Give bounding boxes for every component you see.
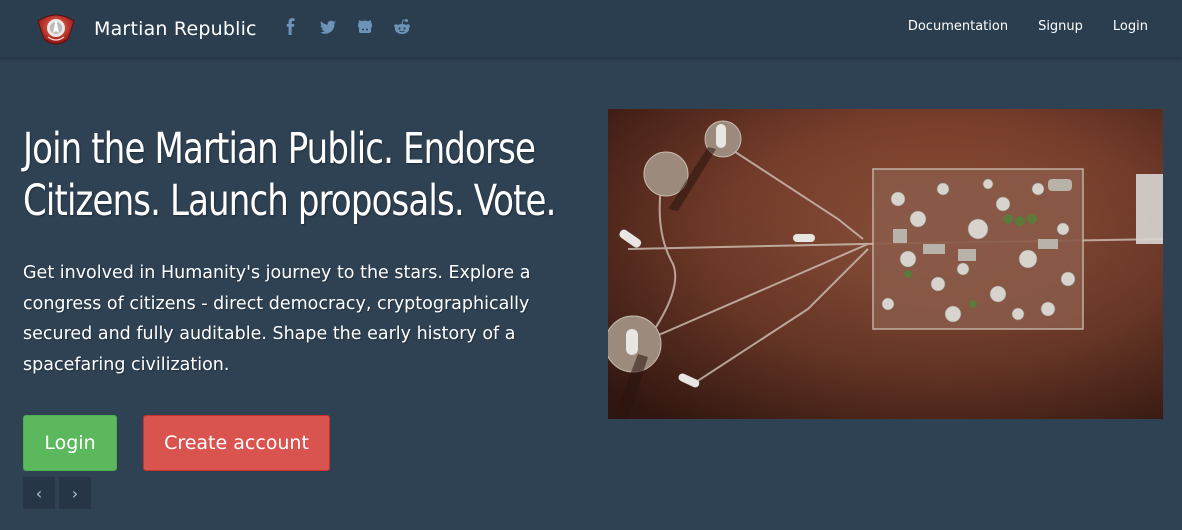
carousel-pager: ‹ › — [23, 477, 91, 509]
nav-documentation-link[interactable]: Documentation — [908, 19, 1008, 34]
martian-republic-logo-icon[interactable] — [34, 7, 78, 51]
nav-signup-link[interactable]: Signup — [1038, 19, 1083, 34]
mars-colony-image — [608, 109, 1163, 419]
reddit-icon[interactable] — [392, 17, 412, 39]
social-links — [281, 17, 429, 39]
login-button[interactable]: Login — [23, 415, 117, 471]
carousel-next-button[interactable]: › — [59, 477, 91, 509]
hero-headline-line2: Citizens. Launch proposals. Vote. — [23, 176, 556, 226]
hero-headline-line1: Join the Martian Public. Endorse — [23, 124, 536, 174]
facebook-icon[interactable] — [281, 17, 301, 39]
twitter-icon[interactable] — [318, 17, 338, 39]
nav-login-link[interactable]: Login — [1113, 19, 1148, 34]
hero-lead-text: Get involved in Humanity's journey to th… — [23, 263, 531, 375]
brand-name[interactable]: Martian Republic — [94, 18, 257, 40]
brand[interactable]: Martian Republic — [34, 7, 257, 51]
mars-colony-illustration — [608, 109, 1163, 419]
nav-links: Documentation Signup Login — [878, 19, 1148, 34]
top-navbar: Martian Republic Documentation Signup Lo… — [0, 0, 1182, 58]
create-account-button[interactable]: Create account — [143, 415, 330, 471]
carousel-prev-button[interactable]: ‹ — [23, 477, 55, 509]
github-icon[interactable] — [355, 17, 375, 39]
hero-headline: Join the Martian Public. Endorse Citizen… — [23, 123, 586, 227]
